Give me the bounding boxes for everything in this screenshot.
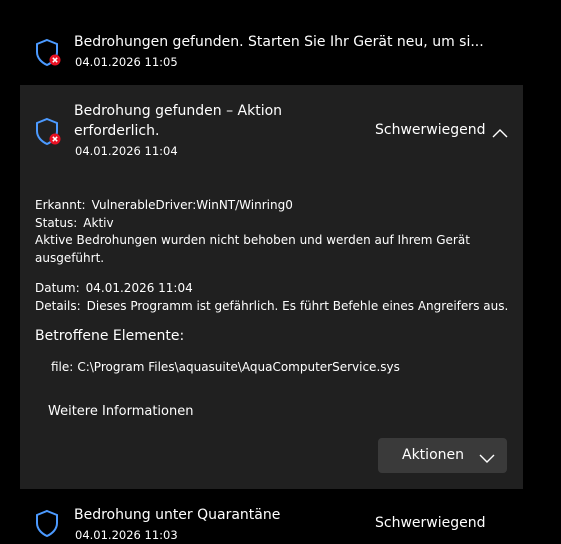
affected-file: file: C:\Program Files\aquasuite\AquaComp… — [51, 360, 400, 374]
threat-title-line2: erforderlich. — [74, 123, 160, 139]
date-label: Datum: — [35, 281, 80, 295]
threat-header[interactable]: Bedrohung gefunden – Aktion erforderlich… — [20, 85, 523, 165]
detected-label: Erkannt: — [35, 198, 86, 212]
status-value: Aktiv — [83, 216, 114, 230]
status-description-line2: ausgeführt. — [35, 251, 105, 265]
threat-timestamp: 04.01.2026 11:04 — [75, 144, 178, 158]
status-description-line1: Aktive Bedrohungen wurden nicht behoben … — [35, 233, 470, 247]
threat-item-expanded: Bedrohung gefunden – Aktion erforderlich… — [20, 85, 523, 489]
actions-label: Aktionen — [402, 447, 464, 463]
threat-item-restart[interactable]: Bedrohungen gefunden. Starten Sie Ihr Ge… — [20, 28, 523, 78]
details-line: Details: Dieses Programm ist gefährlich. … — [35, 297, 508, 315]
shield-alert-icon — [34, 117, 62, 147]
threat-item-quarantined[interactable]: Bedrohung unter Quarantäne 04.01.2026 11… — [20, 495, 523, 544]
threat-timestamp: 04.01.2026 11:03 — [75, 528, 178, 542]
threat-timestamp: 04.01.2026 11:05 — [75, 55, 178, 69]
threat-history-page: Bedrohungen gefunden. Starten Sie Ihr Ge… — [0, 0, 561, 544]
severity-label: Schwerwiegend — [375, 515, 486, 531]
date-line: Datum: 04.01.2026 11:04 — [35, 279, 193, 297]
shield-alert-icon — [34, 38, 62, 68]
shield-icon — [34, 509, 62, 539]
actions-button[interactable]: Aktionen — [378, 438, 507, 473]
more-info-link[interactable]: Weitere Informationen — [48, 404, 193, 419]
chevron-up-icon[interactable] — [491, 124, 509, 138]
detected-line: Erkannt: VulnerableDriver:WinNT/Winring0 — [35, 196, 293, 214]
status-line: Status: Aktiv — [35, 214, 114, 232]
threat-title: Bedrohung unter Quarantäne — [74, 507, 281, 523]
file-path: C:\Program Files\aquasuite\AquaComputerS… — [77, 360, 400, 374]
detected-value: VulnerableDriver:WinNT/Winring0 — [91, 198, 293, 212]
chevron-down-icon — [479, 449, 495, 463]
affected-items-heading: Betroffene Elemente: — [35, 328, 185, 344]
file-label: file: — [51, 360, 74, 374]
details-value: Dieses Programm ist gefährlich. Es führt… — [86, 299, 509, 313]
threat-title: Bedrohungen gefunden. Starten Sie Ihr Ge… — [74, 34, 484, 50]
details-label: Details: — [35, 299, 81, 313]
threat-title-line1: Bedrohung gefunden – Aktion — [74, 103, 283, 119]
severity-label: Schwerwiegend — [375, 122, 486, 138]
date-value: 04.01.2026 11:04 — [85, 281, 193, 295]
status-label: Status: — [35, 216, 78, 230]
